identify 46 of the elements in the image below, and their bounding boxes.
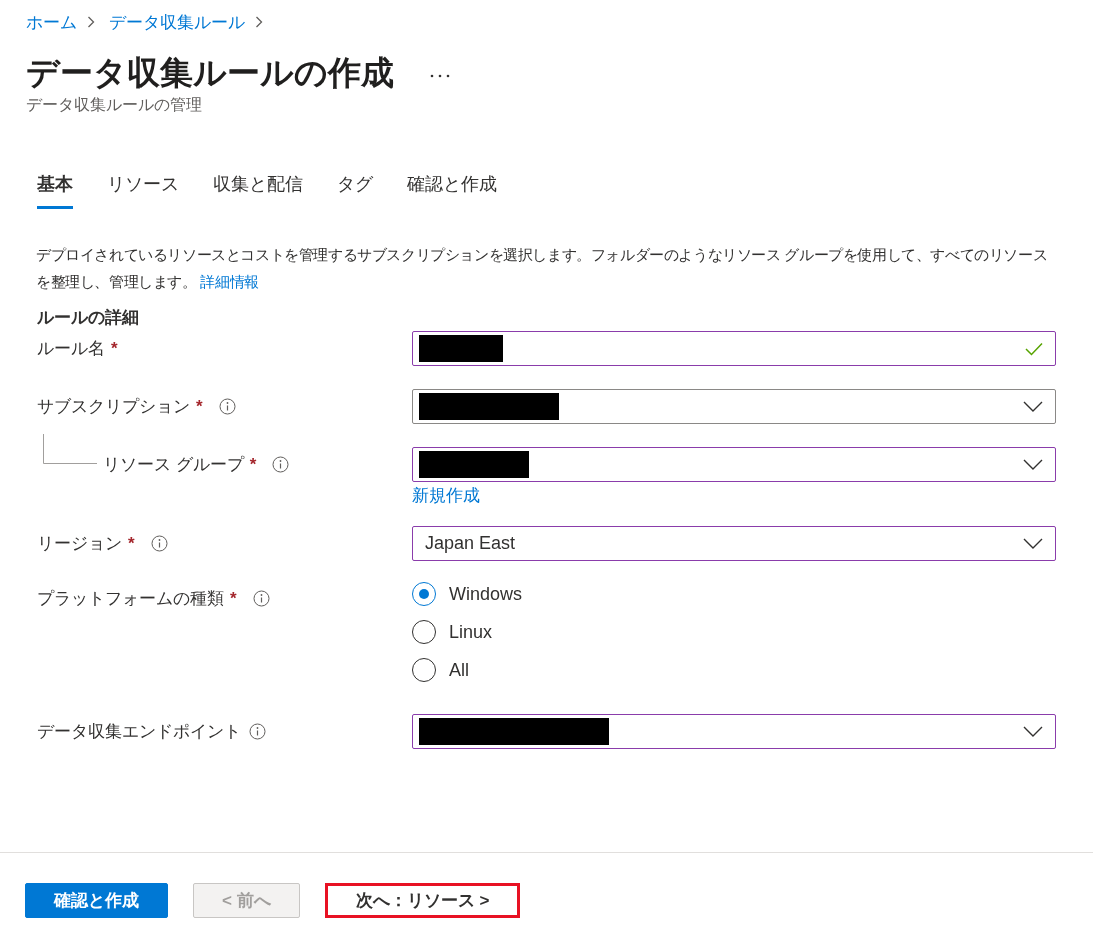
chevron-down-icon <box>1023 401 1043 412</box>
field-label: リージョン <box>37 533 122 555</box>
radio-option[interactable]: Linux <box>412 619 1056 645</box>
section-heading: ルールの詳細 <box>37 307 140 329</box>
page-title: データ収集ルールの作成 <box>26 53 394 93</box>
tab[interactable]: 収集と配信 <box>213 168 303 209</box>
chevron-down-icon <box>1023 726 1043 737</box>
wizard-button[interactable]: 確認と作成 <box>25 883 168 918</box>
tab[interactable]: 基本 <box>37 168 73 209</box>
field-label: リソース グループ <box>103 454 244 476</box>
breadcrumb-link[interactable]: ホーム <box>26 10 77 34</box>
dropdown-field[interactable] <box>412 447 1056 482</box>
info-icon[interactable] <box>150 535 168 552</box>
field-label: サブスクリプション <box>37 396 190 418</box>
info-icon[interactable] <box>272 456 290 473</box>
tab[interactable]: リソース <box>107 168 179 209</box>
dropdown-field[interactable] <box>412 389 1056 424</box>
page-subtitle: データ収集ルールの管理 <box>26 95 203 115</box>
field-label: プラットフォームの種類 <box>37 588 224 610</box>
info-icon[interactable] <box>252 590 270 607</box>
info-icon[interactable] <box>249 723 266 740</box>
field-label: データ収集エンドポイント <box>37 721 241 743</box>
required-marker: * <box>111 338 118 359</box>
required-marker: * <box>128 533 135 554</box>
chevron-right-icon <box>255 16 263 28</box>
dropdown-field[interactable]: Japan East <box>412 526 1056 561</box>
tab[interactable]: 確認と作成 <box>407 168 497 209</box>
tab[interactable]: タグ <box>337 168 373 209</box>
more-icon[interactable] <box>430 74 450 78</box>
dropdown-field[interactable] <box>412 714 1056 749</box>
radio-option[interactable]: All <box>412 657 1056 683</box>
text-field[interactable] <box>412 331 1056 366</box>
required-marker: * <box>249 454 257 475</box>
create-new-link[interactable]: 新規作成 <box>412 484 1056 508</box>
chevron-down-icon <box>1023 459 1043 470</box>
learn-more-link[interactable]: 詳細情報 <box>200 273 259 290</box>
field-label: ルール名 <box>37 338 105 360</box>
description-text: デプロイされているリソースとコストを管理するサブスクリプションを選択します。フォルダーのようなリソース グループを使用して、すべてのリソースを整理し、管理します。 詳細情報 <box>36 245 1049 292</box>
chevron-right-icon <box>87 16 95 28</box>
chevron-down-icon <box>1023 538 1043 549</box>
wizard-button[interactable]: 次へ：リソース > <box>324 883 521 918</box>
info-icon[interactable] <box>218 398 236 415</box>
required-marker: * <box>196 396 203 417</box>
breadcrumb-link[interactable]: データ収集ルール <box>109 10 245 34</box>
radio-option[interactable]: Windows <box>412 581 1056 607</box>
required-marker: * <box>230 588 237 609</box>
